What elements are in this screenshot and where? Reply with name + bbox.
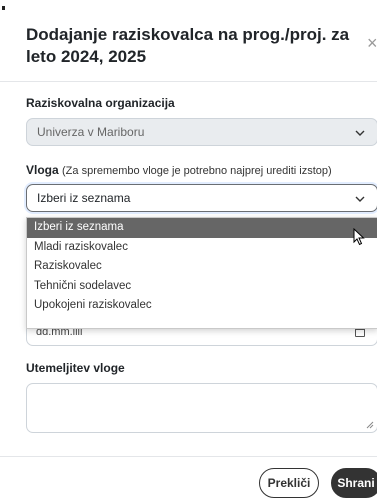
role-select[interactable]: Izberi iz seznama (26, 184, 377, 212)
justification-textarea[interactable] (26, 383, 377, 433)
org-select: Univerza v Mariboru (26, 118, 377, 146)
justification-label: Utemeljitev vloge (26, 361, 125, 375)
cancel-button[interactable]: Prekliči (259, 468, 319, 498)
chevron-down-icon (355, 185, 365, 211)
org-select-value: Univerza v Mariboru (37, 125, 145, 139)
dropdown-option[interactable]: Raziskovalec (27, 257, 377, 277)
modal-title: Dodajanje raziskovalca na prog./proj. za… (26, 25, 350, 66)
modal-header: Dodajanje raziskovalca na prog./proj. za… (0, 0, 377, 82)
dropdown-option[interactable]: Upokojeni raziskovalec (27, 296, 377, 316)
dropdown-option[interactable]: Tehnični sodelavec (27, 277, 377, 297)
org-label: Raziskovalna organizacija (26, 96, 175, 110)
close-icon[interactable]: × (367, 34, 377, 52)
dropdown-option[interactable]: Mladi raziskovalec (27, 238, 377, 258)
role-label: Vloga (Za spremembo vloge je potrebno na… (26, 163, 332, 177)
chevron-down-icon (355, 119, 365, 145)
role-label-text: Vloga (26, 163, 59, 177)
mouse-cursor-icon (353, 228, 365, 246)
footer-divider (0, 456, 377, 457)
role-dropdown-list: Izberi iz seznama Mladi raziskovalec Raz… (26, 217, 377, 329)
role-hint: (Za spremembo vloge je potrebno najprej … (62, 165, 332, 177)
dropdown-option[interactable]: Izberi iz seznama (27, 218, 377, 238)
save-button[interactable]: Shrani (331, 468, 377, 498)
role-select-value: Izberi iz seznama (37, 191, 131, 205)
resize-grip-icon[interactable] (366, 421, 374, 429)
